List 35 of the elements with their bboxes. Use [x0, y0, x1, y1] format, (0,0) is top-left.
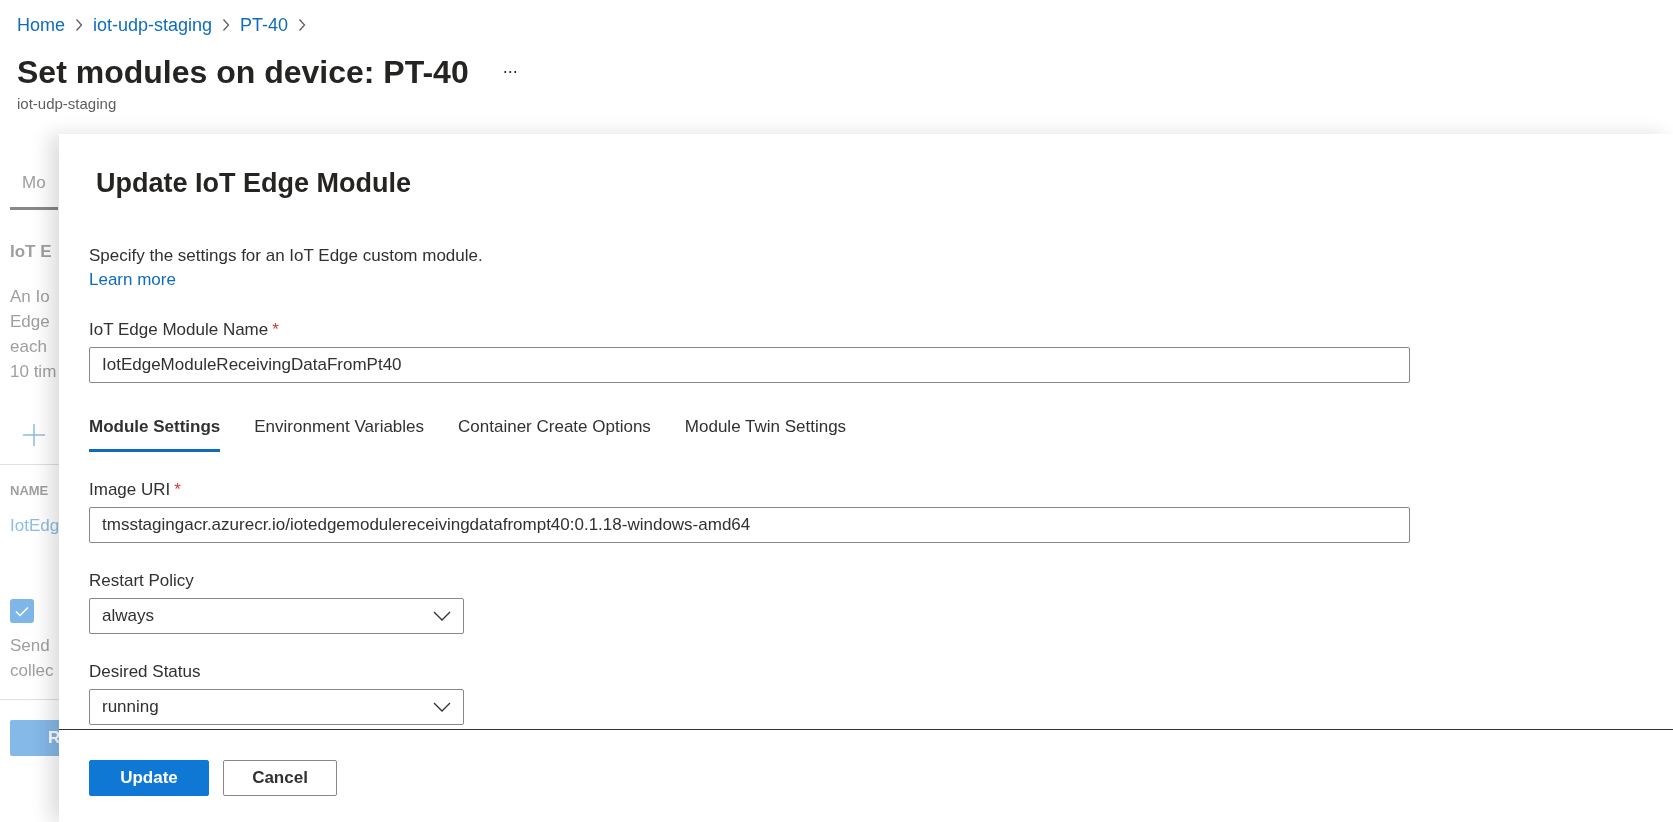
- input-field[interactable]: tmsstagingacr.azurecr.io/iotedgemodulereceivingdatafrompt40:0.1.18-windows-amd64: [89, 507, 1410, 543]
- tab[interactable]: Environment Variables: [254, 405, 425, 452]
- breadcrumb-link[interactable]: Home: [17, 14, 65, 36]
- more-button[interactable]: ...: [498, 58, 522, 86]
- panel-title: Update IoT Edge Module: [95, 167, 412, 200]
- checkbox[interactable]: [10, 599, 34, 623]
- section-heading: IoT E: [10, 241, 53, 263]
- chevron-right-icon: [75, 18, 83, 32]
- tab[interactable]: Container Create Options: [458, 405, 651, 452]
- dropdown[interactable]: always: [89, 598, 464, 634]
- field-label: Restart Policy: [89, 570, 195, 592]
- chevron-right-icon: [222, 18, 231, 32]
- chevron-down-icon: [433, 702, 451, 712]
- chevron-down-icon: [433, 611, 451, 621]
- field-label: Image URI *: [89, 479, 182, 501]
- description-text: Specify the settings for an IoT Edge custom module.: [89, 245, 484, 267]
- learn-more-link[interactable]: Learn more: [89, 268, 176, 292]
- page-subtitle: iot-udp-staging: [17, 94, 118, 114]
- cancel-button[interactable]: Cancel: [223, 760, 337, 796]
- description-text: An Io Edge each 10 tim: [10, 286, 58, 383]
- checkmark-icon: [15, 605, 29, 617]
- input-field[interactable]: IotEdgeModuleReceivingDataFromPt40: [89, 347, 1410, 383]
- chevron-right-icon: [298, 18, 307, 32]
- field-label: IoT Edge Module Name *: [89, 319, 280, 341]
- update-button[interactable]: Update: [89, 760, 209, 796]
- dropdown[interactable]: running: [89, 689, 464, 725]
- field-label: Desired Status: [89, 661, 202, 683]
- checkbox-label: Send collec: [10, 635, 55, 682]
- breadcrumb-link[interactable]: PT-40: [240, 14, 289, 36]
- plus-icon[interactable]: [23, 424, 45, 446]
- column-header: NAME: [10, 482, 50, 500]
- tab[interactable]: Module Twin Settings: [684, 405, 847, 452]
- tab[interactable]: Module Settings: [89, 405, 221, 452]
- page-title: Set modules on device: PT-40: [17, 53, 469, 92]
- breadcrumb-link[interactable]: iot-udp-staging: [93, 14, 213, 36]
